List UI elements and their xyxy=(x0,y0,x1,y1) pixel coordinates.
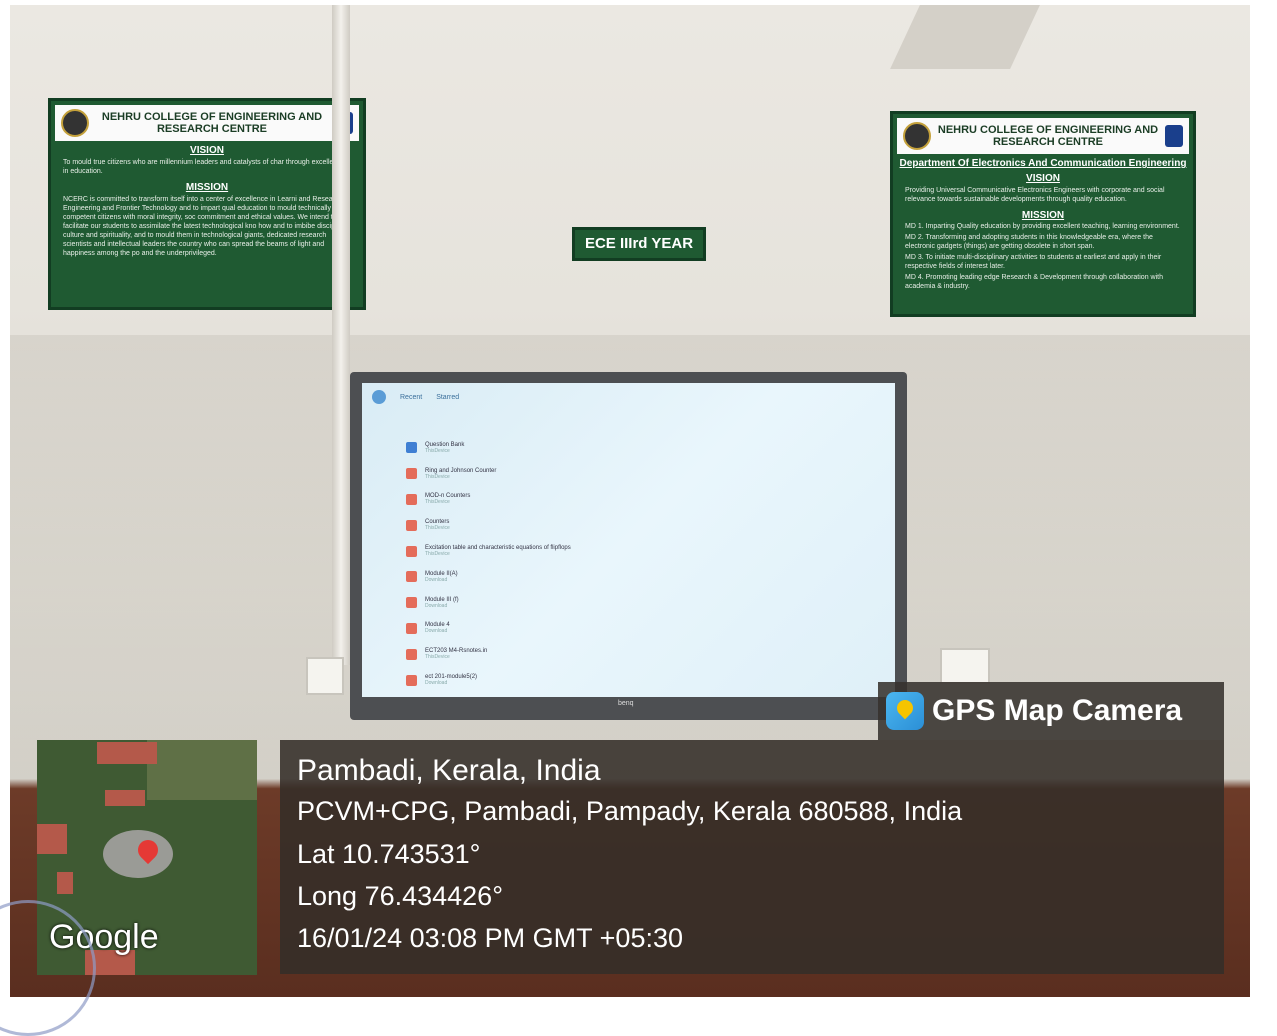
poster-header: NEHRU COLLEGE OF ENGINEERING AND RESEARC… xyxy=(55,105,359,141)
mission-item: MD 2. Transforming and adopting students… xyxy=(905,234,1153,250)
file-location: ThisDevice xyxy=(425,499,450,506)
mission-item: MD 1. Imparting Quality education by pro… xyxy=(905,223,1180,230)
tab-starred[interactable]: Starred xyxy=(436,394,459,401)
list-item[interactable]: Counters ThisDevice xyxy=(406,512,886,538)
pdf-icon xyxy=(406,597,417,609)
list-item[interactable]: Question Bank ThisDevice xyxy=(406,435,886,461)
mission-list: MD 1. Imparting Quality education by pro… xyxy=(893,221,1193,292)
college-logo-icon xyxy=(903,122,931,150)
mission-item: MD 3. To initiate multi-disciplinary act… xyxy=(905,254,1162,270)
pdf-icon xyxy=(406,648,417,660)
college-logo-icon xyxy=(61,109,89,137)
tv-brand: benq xyxy=(618,700,634,707)
file-location: ThisDevice xyxy=(425,654,450,661)
list-item[interactable]: Module 4 Download xyxy=(406,616,886,642)
presentation-icon xyxy=(406,493,417,505)
map-building xyxy=(57,872,73,894)
class-sign: ECE IIIrd YEAR xyxy=(572,227,706,261)
file-location: Download xyxy=(425,628,448,635)
tv-screen: Recent Starred Question Bank ThisDevice R… xyxy=(362,383,895,697)
poster-header: NEHRU COLLEGE OF ENGINEERING AND RESEARC… xyxy=(897,118,1189,154)
map-field xyxy=(147,740,257,800)
list-item[interactable]: Ring and Johnson Counter ThisDevice xyxy=(406,461,886,487)
file-name: Module III (f) xyxy=(425,596,459,603)
department-title: Department Of Electronics And Communicat… xyxy=(899,158,1187,169)
list-item[interactable]: Module II(A) Download xyxy=(406,564,886,590)
pdf-icon xyxy=(406,674,417,686)
map-building xyxy=(105,790,145,806)
list-item[interactable]: MOD-n Counters ThisDevice xyxy=(406,487,886,513)
file-location: ThisDevice xyxy=(425,525,450,532)
document-icon xyxy=(406,442,417,454)
file-location: Download xyxy=(425,602,448,609)
vision-text: To mould true citizens who are millenniu… xyxy=(63,159,345,175)
mission-heading: MISSION xyxy=(1021,210,1065,221)
address: PCVM+CPG, Pambadi, Pampady, Kerala 68058… xyxy=(297,796,963,826)
vision-heading: VISION xyxy=(190,145,224,156)
smart-tv: Recent Starred Question Bank ThisDevice R… xyxy=(350,372,907,720)
vision-mission-poster-left: NEHRU COLLEGE OF ENGINEERING AND RESEARC… xyxy=(48,98,366,310)
app-avatar-icon xyxy=(372,390,386,404)
map-building xyxy=(97,742,157,764)
wall-socket xyxy=(940,648,990,684)
gps-app-badge: GPS Map Camera xyxy=(878,682,1224,740)
file-name: Question Bank xyxy=(425,441,465,448)
pdf-icon xyxy=(406,571,417,583)
file-location: Download xyxy=(425,680,448,687)
location-info-panel: Pambadi, Kerala, India PCVM+CPG, Pambadi… xyxy=(280,740,1224,974)
presentation-icon xyxy=(406,519,417,531)
place-name: Pambadi, Kerala, India xyxy=(297,754,601,787)
file-name: Module II(A) xyxy=(425,570,458,577)
file-location: Download xyxy=(425,576,448,583)
mission-item: MD 4. Promoting leading edge Research & … xyxy=(905,274,1163,290)
ceiling-beam xyxy=(890,5,1040,69)
file-name: Ring and Johnson Counter xyxy=(425,467,497,474)
map-building xyxy=(37,824,67,854)
tab-recent[interactable]: Recent xyxy=(400,394,422,401)
mission-text: NCERC is committed to transform itself i… xyxy=(63,196,350,257)
gps-map-camera-icon xyxy=(886,692,924,730)
file-list: Question Bank ThisDevice Ring and Johnson… xyxy=(406,435,886,693)
university-logo-icon xyxy=(1165,125,1183,147)
file-location: ThisDevice xyxy=(425,551,450,558)
vision-text: Providing Universal Communicative Electr… xyxy=(905,187,1165,203)
wall-pipe xyxy=(332,5,350,665)
college-name: NEHRU COLLEGE OF ENGINEERING AND RESEARC… xyxy=(937,124,1159,148)
app-name: GPS Map Camera xyxy=(932,694,1183,727)
latitude: Lat 10.743531° xyxy=(297,839,481,869)
file-location: ThisDevice xyxy=(425,447,450,454)
college-name: NEHRU COLLEGE OF ENGINEERING AND RESEARC… xyxy=(101,111,323,135)
list-item[interactable]: Module III (f) Download xyxy=(406,590,886,616)
vision-mission-poster-right: NEHRU COLLEGE OF ENGINEERING AND RESEARC… xyxy=(890,111,1196,317)
mission-heading: MISSION xyxy=(185,182,229,193)
wall-socket xyxy=(306,657,344,695)
list-item[interactable]: ect 201-module5(2) Download xyxy=(406,667,886,693)
file-manager-tabs: Recent Starred xyxy=(372,390,459,404)
presentation-icon xyxy=(406,545,417,557)
longitude: Long 76.434426° xyxy=(297,881,503,911)
vision-heading: VISION xyxy=(1026,173,1060,184)
pdf-icon xyxy=(406,622,417,634)
list-item[interactable]: ECT203 M4-Rsnotes.in ThisDevice xyxy=(406,641,886,667)
presentation-icon xyxy=(406,468,417,480)
file-location: ThisDevice xyxy=(425,473,450,480)
datetime: 16/01/24 03:08 PM GMT +05:30 xyxy=(297,923,684,953)
list-item[interactable]: Excitation table and characteristic equa… xyxy=(406,538,886,564)
